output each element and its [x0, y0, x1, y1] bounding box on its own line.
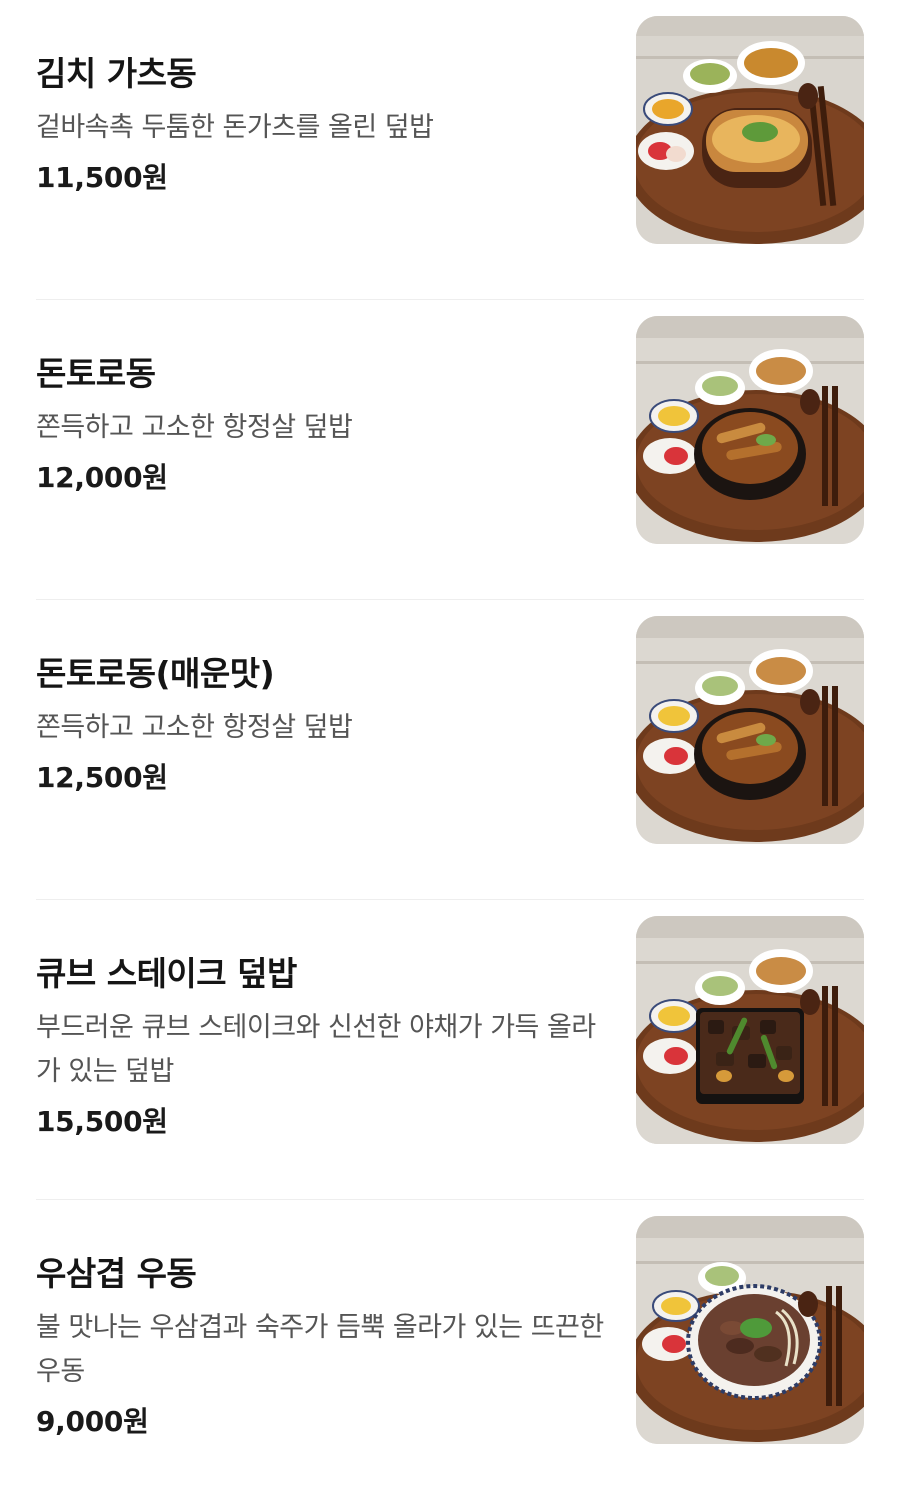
menu-item-price: 9,000원 — [36, 1405, 149, 1438]
spicy-tontorodon-photo-icon — [636, 616, 864, 844]
beef-brisket-udon-photo-icon — [636, 1216, 864, 1444]
menu-item-price: 12,500원 — [36, 761, 168, 794]
menu-item-text: 돈토로동(매운맛) 쫀득하고 고소한 항정살 덮밥 12,500원 — [36, 652, 606, 798]
menu-item-photo[interactable] — [636, 316, 864, 544]
menu-item-photo[interactable] — [636, 616, 864, 844]
menu-item[interactable]: 돈토로동 쫀득하고 고소한 항정살 덮밥 12,000원 — [36, 300, 864, 600]
menu-item-name: 돈토로동 — [36, 354, 156, 393]
menu-item-price: 11,500원 — [36, 161, 168, 194]
menu-item[interactable]: 우삼겹 우동 불 맛나는 우삼겹과 숙주가 듬뿍 올라가 있는 뜨끈한 우동 9… — [36, 1200, 864, 1500]
menu-list: 김치 가츠동 겉바속촉 두툼한 돈가츠를 올린 덮밥 11,500원 돈토로동 … — [0, 0, 900, 1500]
menu-item-description: 쫀득하고 고소한 항정살 덮밥 — [36, 712, 353, 743]
menu-item-price: 12,000원 — [36, 461, 168, 494]
menu-item[interactable]: 돈토로동(매운맛) 쫀득하고 고소한 항정살 덮밥 12,500원 — [36, 600, 864, 900]
menu-item[interactable]: 김치 가츠동 겉바속촉 두툼한 돈가츠를 올린 덮밥 11,500원 — [36, 0, 864, 300]
kimchi-katsudon-photo-icon — [636, 16, 864, 244]
menu-item[interactable]: 큐브 스테이크 덮밥 부드러운 큐브 스테이크와 신선한 야채가 가득 올라가 … — [36, 900, 864, 1200]
menu-item-photo[interactable] — [636, 1216, 864, 1444]
tontorodon-photo-icon — [636, 316, 864, 544]
menu-item-photo[interactable] — [636, 916, 864, 1144]
menu-item-description: 불 맛나는 우삼겹과 숙주가 듬뿍 올라가 있는 뜨끈한 우동 — [36, 1312, 604, 1387]
menu-item-price: 15,500원 — [36, 1105, 168, 1138]
menu-item-name: 우삼겹 우동 — [36, 1254, 197, 1293]
menu-item-description: 부드러운 큐브 스테이크와 신선한 야채가 가득 올라가 있는 덮밥 — [36, 1012, 596, 1087]
menu-item-name: 김치 가츠동 — [36, 54, 197, 93]
menu-item-text: 큐브 스테이크 덮밥 부드러운 큐브 스테이크와 신선한 야채가 가득 올라가 … — [36, 952, 606, 1142]
menu-item-description: 쫀득하고 고소한 항정살 덮밥 — [36, 412, 353, 443]
menu-item-text: 김치 가츠동 겉바속촉 두툼한 돈가츠를 올린 덮밥 11,500원 — [36, 52, 606, 198]
menu-item-name: 돈토로동(매운맛) — [36, 654, 275, 693]
menu-item-text: 돈토로동 쫀득하고 고소한 항정살 덮밥 12,000원 — [36, 352, 606, 498]
menu-item-photo[interactable] — [636, 16, 864, 244]
cube-steak-don-photo-icon — [636, 916, 864, 1144]
menu-item-text: 우삼겹 우동 불 맛나는 우삼겹과 숙주가 듬뿍 올라가 있는 뜨끈한 우동 9… — [36, 1252, 606, 1442]
menu-item-name: 큐브 스테이크 덮밥 — [36, 954, 297, 993]
menu-item-description: 겉바속촉 두툼한 돈가츠를 올린 덮밥 — [36, 112, 434, 143]
